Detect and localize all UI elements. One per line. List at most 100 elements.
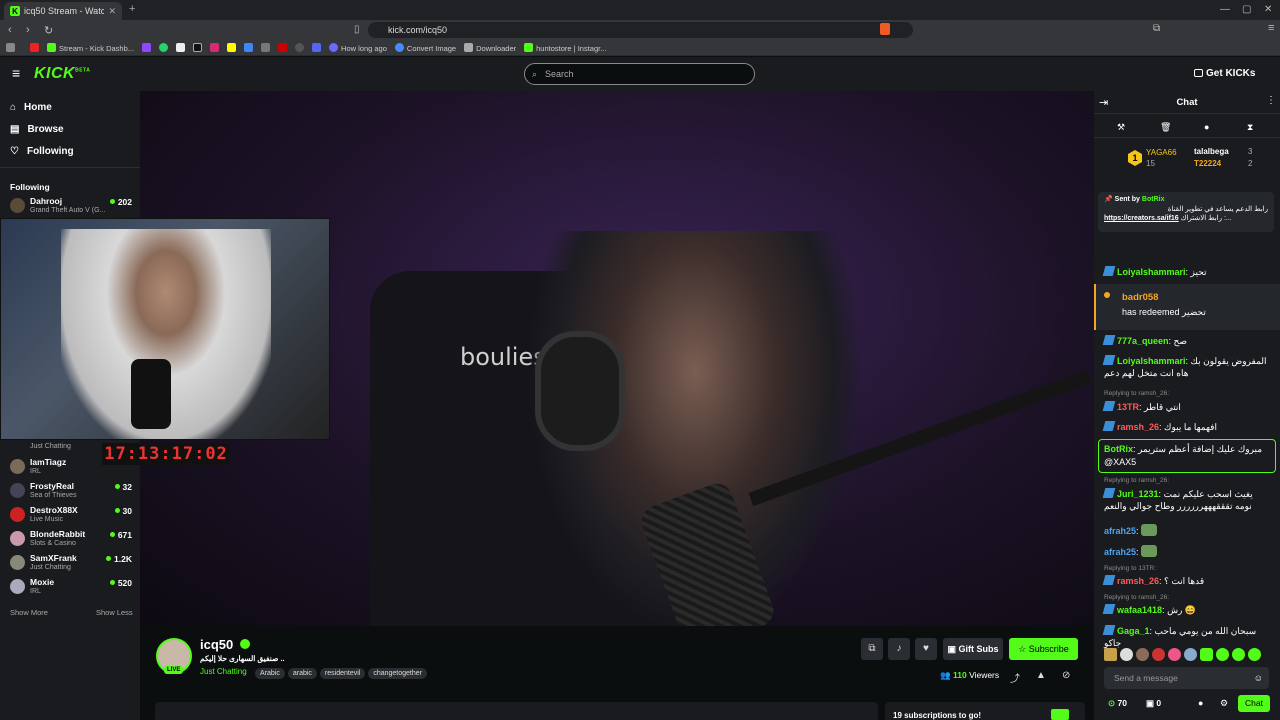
followed-channel[interactable]: DestroX88X Live Music 30 (8, 504, 132, 526)
avatar (10, 531, 25, 546)
youtube-studio-icon[interactable] (278, 43, 288, 52)
share-icon[interactable]: ⤴ (1010, 670, 1020, 685)
tag[interactable]: residentevil (319, 668, 366, 679)
discord-icon[interactable] (312, 43, 322, 52)
followed-channel[interactable]: BlondeRabbit Slots & Casino 671 (8, 528, 132, 550)
avatar (10, 555, 25, 570)
nav-browse[interactable]: ▤ Browse (10, 124, 64, 135)
close-window-icon[interactable]: ✕ (1264, 4, 1272, 15)
category-link[interactable]: Just Chatting (200, 667, 247, 676)
instagram-icon[interactable] (210, 43, 220, 52)
trash-icon[interactable]: 🗑 (1160, 122, 1171, 133)
bookmark-icon-generic[interactable] (261, 43, 271, 52)
bookmark-convert-image[interactable]: Convert Image (394, 42, 456, 53)
headphones (535, 331, 625, 451)
tab-title: icq50 Stream - Watch Live on Ki (24, 6, 105, 16)
github-icon[interactable] (295, 43, 305, 52)
browser-tab[interactable]: K icq50 Stream - Watch Live on Ki ✕ (4, 2, 122, 20)
reply-context: Replying to ramsh_26: (1104, 390, 1170, 397)
chat-message: ramsh_26: افهمها ما يبوك (1102, 421, 1272, 433)
snapchat-icon[interactable] (227, 43, 237, 52)
whatsapp-icon[interactable] (159, 43, 169, 52)
reload-icon[interactable]: ↻ (44, 24, 53, 37)
drive-icon[interactable] (244, 43, 254, 52)
bookmark-icon[interactable]: ▯ (354, 24, 360, 35)
kick-favicon: K (10, 6, 20, 16)
chat-panel: ⇥ Chat ⋮ ⚒ 🗑 ● ⧗ 1 YAGA66 15 talalbega 3… (1094, 91, 1280, 720)
bell-icon: ♪ (896, 643, 902, 654)
brave-shield-icon[interactable] (880, 23, 890, 35)
chat-bubble-icon[interactable]: ● (1204, 122, 1209, 132)
chat-settings-icon[interactable]: ⚙ (1220, 698, 1228, 709)
chat-message: 777a_queen: صح (1102, 335, 1272, 347)
twitch-icon[interactable] (142, 43, 152, 52)
followed-channel[interactable]: FrostyReal Sea of Thieves 32 (8, 480, 132, 502)
x-icon[interactable] (176, 43, 186, 52)
followed-channel[interactable]: Moxie IRL 520 (8, 576, 132, 598)
subscribe-button[interactable]: ☆ Subscribe (1009, 638, 1078, 660)
bookmark-how-long-ago[interactable]: How long ago (329, 42, 387, 53)
avatar (10, 579, 25, 594)
nav-home[interactable]: ⌂ Home (10, 102, 52, 113)
tag[interactable]: changetogether (368, 668, 427, 679)
forward-icon[interactable]: › (26, 24, 30, 36)
maximize-icon[interactable]: ▢ (1242, 4, 1251, 15)
avatar (10, 483, 25, 498)
kick-logo[interactable]: KICKBETA (34, 65, 90, 83)
send-chat-button[interactable]: Chat (1238, 695, 1270, 712)
stream-title: صنفيق السهارى حلا إليكم .. (200, 654, 285, 663)
tag[interactable]: arabic (287, 668, 317, 679)
chat-message-input[interactable]: Send a message ☺ (1104, 667, 1269, 689)
tag[interactable]: Arabic (255, 668, 285, 679)
address-bar: ‹ › ↻ ▯ kick.com/icq50 ⧉ ≡ (0, 20, 1280, 40)
minimize-icon[interactable]: — (1220, 4, 1230, 15)
hourglass-icon[interactable]: ⧗ (1247, 122, 1253, 133)
pinned-message[interactable]: 📌 Sent by BotRix رابط الدعم يساعد في تطو… (1098, 192, 1274, 232)
bookmark-kick-dashboard[interactable]: Stream - Kick Dashb... (47, 42, 134, 53)
clip-button[interactable]: ⧉ (861, 638, 883, 660)
kick-badge-icon (1102, 604, 1116, 614)
chat-message: 13TR: انتي قاطر (1102, 401, 1272, 413)
bookmarks-bar: Stream - Kick Dashb... How long ago Conv… (0, 40, 1280, 56)
youtube-icon[interactable] (30, 43, 39, 52)
chat-title: Chat (1176, 97, 1198, 108)
bookmark-downloader[interactable]: Downloader (464, 42, 516, 53)
channel-name[interactable]: icq50 (200, 637, 250, 652)
about-panel (155, 702, 878, 720)
get-kicks-button[interactable]: Get KICKs (1194, 68, 1255, 79)
bookmark-huntostore[interactable]: huntostore | Instagr... (524, 42, 606, 53)
chat-emote-icon[interactable]: ● (1198, 698, 1203, 708)
pinned-link[interactable]: https://creators.sa/if16 (1104, 215, 1179, 222)
reward-redeem-box: badr058 has redeemed تحضير (1094, 284, 1280, 330)
kicks-balance-icon: ▣ (1146, 698, 1155, 708)
emoji-icon[interactable]: ☺ (1254, 667, 1263, 689)
moderation-icon[interactable]: ⚒ (1117, 122, 1125, 133)
nav-following[interactable]: ♡ Following (10, 146, 74, 157)
menu-icon[interactable]: ≡ (1268, 22, 1274, 34)
channel-points[interactable]: ⊙ 70 (1108, 698, 1127, 709)
hamburger-menu-icon[interactable]: ≡ (12, 65, 20, 81)
show-more-link[interactable]: Show More (10, 608, 48, 617)
tiktok-icon[interactable] (193, 43, 203, 52)
followed-channel[interactable]: Dahrooj Grand Theft Auto V (G... 202 (8, 195, 132, 217)
new-tab-icon[interactable]: + (129, 3, 135, 15)
back-icon[interactable]: ‹ (8, 24, 12, 36)
gift-subs-button[interactable]: ▣ Gift Subs (943, 638, 1003, 660)
search-input[interactable]: ⌕ Search (524, 63, 755, 85)
extensions-icon[interactable]: ⧉ (1153, 23, 1160, 34)
url-field[interactable]: kick.com/icq50 (368, 22, 913, 38)
notification-button[interactable]: ♪ (888, 638, 910, 660)
close-tab-icon[interactable]: ✕ (108, 6, 116, 17)
goal-expand-icon[interactable] (1051, 709, 1069, 720)
followed-channel[interactable]: SamXFrank Just Chatting 1.2K (8, 552, 132, 574)
apps-icon[interactable] (6, 43, 15, 52)
chat-message: Juri_1231: يغيث اسحب عليكم نمت نومه تققق… (1102, 488, 1253, 511)
follow-button[interactable]: ♥ (915, 638, 937, 660)
kicks-balance[interactable]: ▣ 0 (1146, 698, 1161, 709)
divider (1094, 113, 1280, 114)
chat-menu-icon[interactable]: ⋮ (1266, 95, 1276, 106)
show-less-link[interactable]: Show Less (96, 608, 133, 617)
divider (1094, 137, 1280, 138)
report-icon[interactable]: ▲ (1036, 670, 1046, 681)
hide-icon[interactable]: ⊘ (1062, 670, 1070, 681)
